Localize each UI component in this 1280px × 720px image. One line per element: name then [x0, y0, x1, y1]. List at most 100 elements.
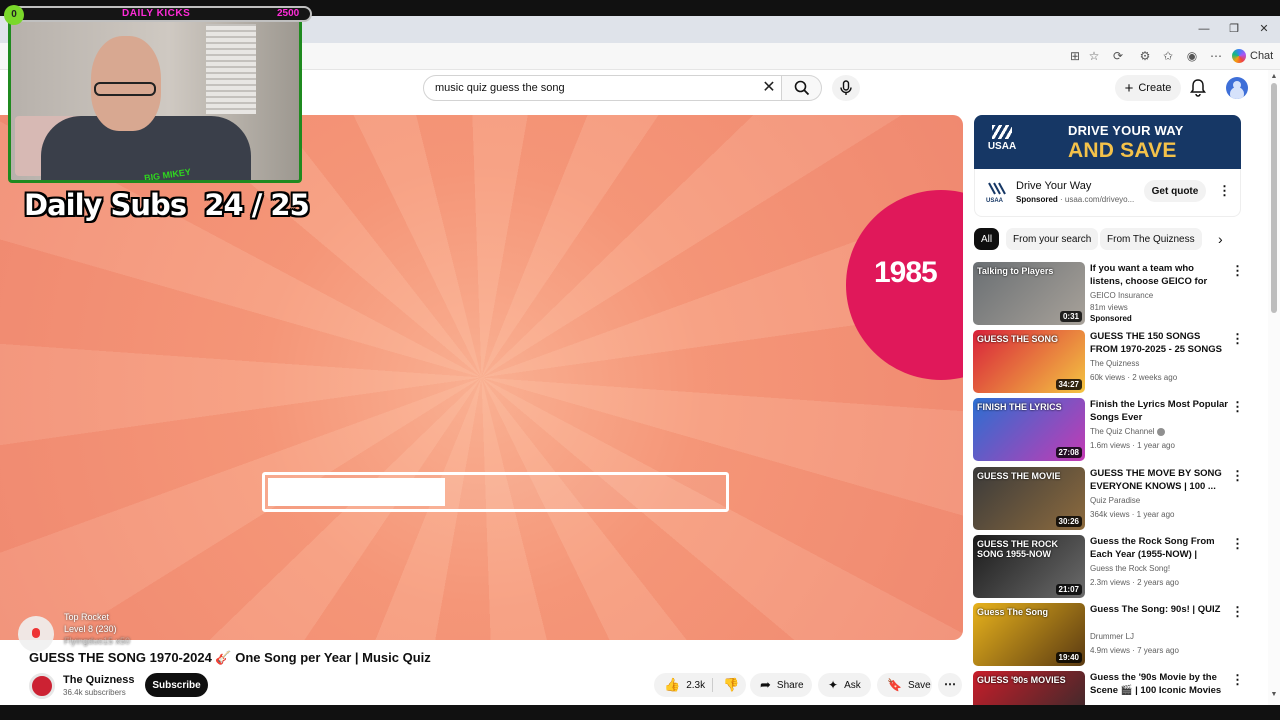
recommendation-title[interactable]: GUESS THE 150 SONGS FROM 1970-2025 - 25 … — [1090, 330, 1228, 356]
save-button[interactable]: 🔖 Save — [877, 673, 932, 697]
recommendation-title[interactable]: Guess the Rock Song From Each Year (1955… — [1090, 535, 1228, 561]
recommendation-item[interactable]: Guess The Song 19:40 Guess The Song: 90s! … — [973, 603, 1244, 667]
extensions-icon[interactable]: ⚙ — [1136, 47, 1154, 65]
bookmark-icon: 🔖 — [887, 678, 902, 692]
video-title: GUESS THE SONG 1970-2024 🎸 One Song per … — [29, 650, 431, 665]
create-label: Create — [1138, 82, 1172, 94]
ad-kebab-icon[interactable]: ⋮ — [1218, 184, 1231, 198]
thumbnail-text: Talking to Players — [977, 266, 1054, 276]
more-menu-icon[interactable]: ⋯ — [1207, 47, 1225, 65]
recommendation-meta: 4.9m views · 7 years ago — [1090, 646, 1179, 655]
recommendation-meta: 81m views — [1090, 303, 1128, 312]
video-duration: 30:26 — [1055, 516, 1082, 527]
clear-search-icon[interactable]: ✕ — [759, 78, 779, 98]
streamer-glasses — [94, 82, 156, 96]
video-thumbnail[interactable]: FINISH THE LYRICS 27:08 — [973, 398, 1085, 461]
dislike-button[interactable]: 👎 — [713, 673, 749, 697]
rocket-icon — [18, 616, 54, 652]
chevron-right-icon[interactable]: › — [1218, 232, 1232, 246]
voice-search-button[interactable] — [832, 75, 860, 101]
sparkle-icon: ✦ — [828, 678, 839, 692]
favorite-star-icon[interactable]: ☆ — [1085, 47, 1103, 65]
recommendation-item[interactable]: FINISH THE LYRICS 27:08 Finish the Lyrics … — [973, 398, 1244, 462]
copilot-icon — [1232, 49, 1246, 63]
restore-icon[interactable]: ❐ — [1220, 20, 1248, 38]
recommendation-title[interactable]: Guess the '90s Movie by the Scene 🎬 | 10… — [1090, 671, 1228, 697]
recommendation-kebab-icon[interactable]: ⋮ — [1231, 537, 1244, 551]
video-duration: 19:40 — [1055, 652, 1082, 663]
profile-icon[interactable]: ◉ — [1183, 47, 1201, 65]
favorites-icon[interactable]: ✩ — [1159, 47, 1177, 65]
rocket-faded-text: Flyingduo15 x50 — [64, 636, 131, 646]
create-button[interactable]: + Create — [1115, 75, 1181, 101]
more-actions-button[interactable]: ⋯ — [938, 673, 962, 697]
like-button[interactable]: 👍 2.3k — [654, 673, 715, 697]
recommendation-kebab-icon[interactable]: ⋮ — [1231, 605, 1244, 619]
video-thumbnail[interactable]: GUESS THE ROCK SONG 1955-NOW 21:07 — [973, 535, 1085, 598]
recommendation-meta: 60k views · 2 weeks ago — [1090, 373, 1178, 382]
recommendation-title[interactable]: Guess The Song: 90s! | QUIZ — [1090, 603, 1228, 616]
ask-button[interactable]: ✦ Ask — [818, 673, 871, 697]
thumbs-up-icon: 👍 — [664, 677, 681, 692]
share-button[interactable]: ➦ Share — [750, 673, 812, 697]
recommendation-kebab-icon[interactable]: ⋮ — [1231, 469, 1244, 483]
subscribe-button[interactable]: Subscribe — [145, 673, 208, 697]
video-duration: 0:31 — [1059, 311, 1082, 322]
ad-title[interactable]: Drive Your Way — [1016, 180, 1091, 192]
refresh-icon[interactable]: ⟳ — [1109, 47, 1127, 65]
minimize-icon[interactable]: — — [1190, 20, 1218, 38]
quiz-timer-fill — [268, 478, 445, 506]
recommendation-kebab-icon[interactable]: ⋮ — [1231, 264, 1244, 278]
subscriber-count: 36.4k subscribers — [63, 688, 126, 697]
recommendation-kebab-icon[interactable]: ⋮ — [1231, 673, 1244, 687]
app-available-icon[interactable]: ⊞ — [1066, 47, 1084, 65]
recommendation-item[interactable]: Talking to Players 0:31 If you want a team… — [973, 262, 1244, 326]
svg-text:USAA: USAA — [986, 198, 1004, 204]
recommendation-title[interactable]: GUESS THE MOVE BY SONG EVERYONE KNOWS | … — [1090, 467, 1228, 493]
chip-from-your-search[interactable]: From your search — [1006, 228, 1099, 250]
ad-banner[interactable]: USAA DRIVE YOUR WAY AND SAVE — [974, 115, 1241, 169]
screen: — ❐ ✕ ⊞ ☆ ⟳ ⚙ ✩ ◉ ⋯ Chat music quiz gues… — [0, 0, 1280, 720]
notifications-bell-icon[interactable] — [1188, 78, 1208, 98]
recommendation-item[interactable]: GUESS THE MOVIE 30:26 GUESS THE MOVE BY SO… — [973, 467, 1244, 531]
video-thumbnail[interactable]: GUESS THE SONG 34:27 — [973, 330, 1085, 393]
ad-url[interactable]: usaa.com/driveyo... — [1065, 195, 1134, 204]
chat-label: Chat — [1250, 50, 1274, 62]
get-quote-button[interactable]: Get quote — [1144, 180, 1206, 202]
video-duration: 27:08 — [1055, 447, 1082, 458]
recommendation-meta: 364k views · 1 year ago — [1090, 510, 1175, 519]
verified-icon — [1157, 427, 1166, 436]
scroll-down-icon[interactable]: ▼ — [1270, 691, 1278, 699]
bottom-bar — [0, 705, 1280, 720]
rocket-level: Level 8 (230) — [64, 624, 117, 634]
chip-all[interactable]: All — [974, 228, 1000, 250]
thumbnail-text: GUESS THE MOVIE — [977, 471, 1061, 481]
scroll-up-icon[interactable]: ▲ — [1270, 73, 1278, 81]
recommendation-kebab-icon[interactable]: ⋮ — [1231, 332, 1244, 346]
microphone-icon — [840, 80, 852, 95]
video-thumbnail[interactable]: Talking to Players 0:31 — [973, 262, 1085, 325]
video-thumbnail[interactable]: Guess The Song 19:40 — [973, 603, 1085, 666]
daily-kicks-count: 2500 — [277, 8, 300, 19]
recommendation-kebab-icon[interactable]: ⋮ — [1231, 400, 1244, 414]
quiz-timer-bar — [262, 472, 729, 512]
recommendation-channel: Drummer LJ — [1090, 632, 1135, 641]
recommendation-title[interactable]: Finish the Lyrics Most Popular Songs Eve… — [1090, 398, 1228, 424]
recommendation-item[interactable]: GUESS THE SONG 34:27 GUESS THE 150 SONGS F… — [973, 330, 1244, 394]
search-button[interactable] — [782, 75, 822, 101]
recommendation-item[interactable]: GUESS THE ROCK SONG 1955-NOW 21:07 Guess t… — [973, 535, 1244, 599]
channel-avatar[interactable] — [29, 673, 55, 699]
search-input[interactable]: music quiz guess the song — [423, 75, 782, 101]
account-avatar[interactable] — [1226, 77, 1248, 99]
recommendation-title[interactable]: If you want a team who listens, choose G… — [1090, 262, 1228, 288]
scrollbar-thumb[interactable] — [1271, 83, 1277, 313]
video-thumbnail[interactable]: GUESS THE MOVIE 30:26 — [973, 467, 1085, 530]
copilot-chat-button[interactable]: Chat — [1232, 47, 1273, 65]
daily-kicks-label: DAILY KICKS — [122, 8, 191, 19]
daily-subs-counter: Daily Subs 24 / 25 — [24, 188, 310, 222]
channel-name[interactable]: The Quizness — [63, 674, 135, 686]
thumbnail-text: FINISH THE LYRICS — [977, 402, 1062, 412]
recommendation-meta: 1.6m views · 1 year ago — [1090, 441, 1175, 450]
chip-from-the-quizness[interactable]: From The Quizness — [1100, 228, 1202, 250]
close-window-icon[interactable]: ✕ — [1250, 20, 1278, 38]
